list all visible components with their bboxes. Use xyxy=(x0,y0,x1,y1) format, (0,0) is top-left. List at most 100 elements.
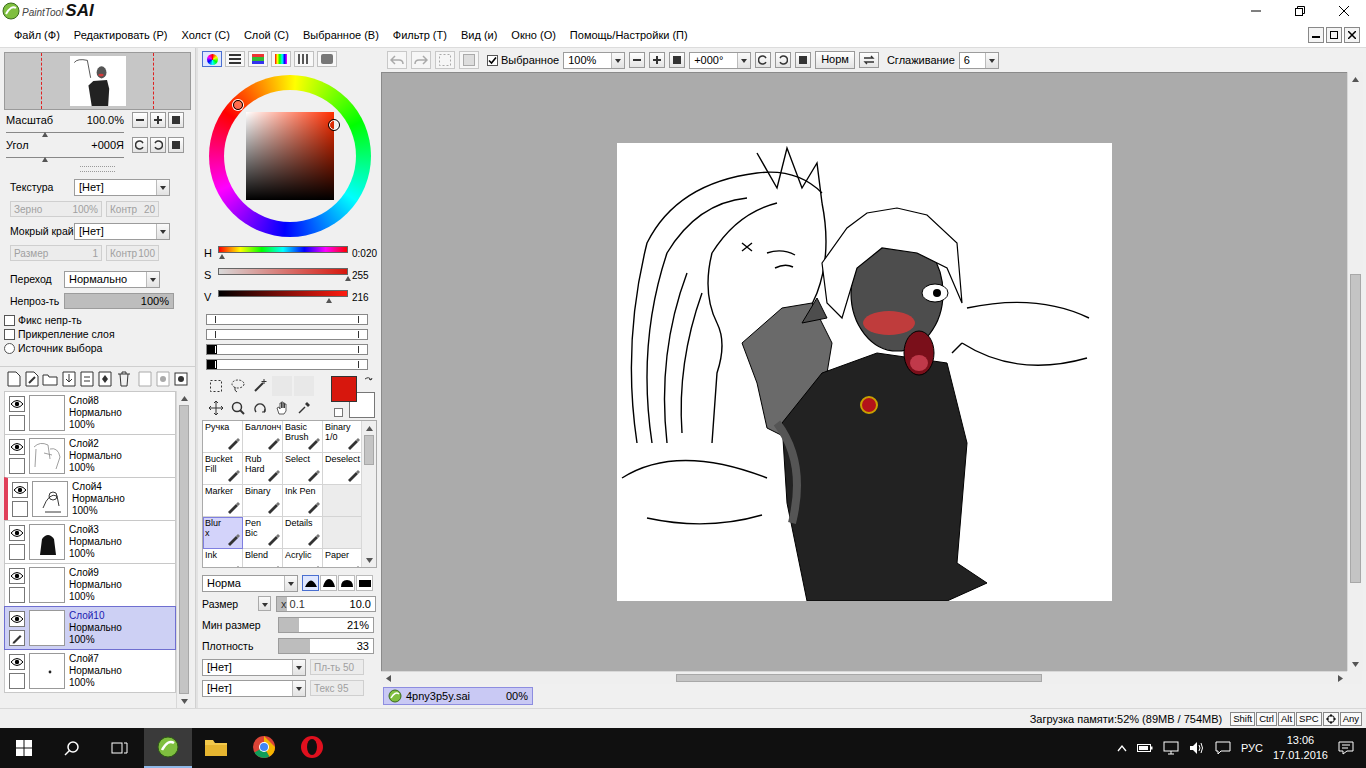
panel-grip[interactable] xyxy=(80,166,115,172)
modifier-key[interactable] xyxy=(1323,712,1339,726)
edit-target-toggle[interactable] xyxy=(9,415,25,431)
layer-row[interactable]: Слой2Нормально100% xyxy=(4,434,176,478)
brush-slot[interactable]: Blend xyxy=(243,549,283,567)
zoom-out-button[interactable] xyxy=(132,112,148,128)
scroll-right-button[interactable] xyxy=(1333,672,1347,684)
network-icon[interactable] xyxy=(1163,741,1179,755)
swap-colors-icon[interactable] xyxy=(364,376,373,385)
undo-button[interactable] xyxy=(387,51,407,69)
scroll-thumb[interactable] xyxy=(676,674,1042,682)
zoom-slider[interactable] xyxy=(6,128,124,133)
channel-marker[interactable] xyxy=(345,276,351,281)
brush-slot[interactable]: Acrylic xyxy=(283,549,323,567)
canvas-horizontal-scrollbar[interactable] xyxy=(381,671,1347,684)
layer-list-scrollbar[interactable] xyxy=(176,391,191,708)
scroll-down-button[interactable] xyxy=(1348,657,1363,671)
checkbox[interactable] xyxy=(487,55,498,66)
selection-visibility[interactable]: Выбранное xyxy=(487,54,559,66)
primary-color-swatch[interactable] xyxy=(331,376,357,402)
modifier-key[interactable]: Ctrl xyxy=(1256,712,1277,726)
doc-restore-button[interactable] xyxy=(1326,27,1342,43)
wet-contrast-field[interactable]: Контр100 xyxy=(106,245,159,261)
color-mode-tab[interactable] xyxy=(271,51,291,67)
menu-item[interactable]: Окно (О) xyxy=(504,29,563,41)
eyedropper-tool[interactable] xyxy=(294,398,314,418)
new-layer-button[interactable] xyxy=(6,370,21,388)
menu-item[interactable]: Слой (С) xyxy=(237,29,296,41)
color-mode-tab[interactable] xyxy=(248,51,268,67)
scroll-up-button[interactable] xyxy=(177,391,191,405)
layer-row[interactable]: Слой9Нормально100% xyxy=(4,563,176,607)
layer-row[interactable]: Слой7Нормально100% xyxy=(4,649,176,693)
blend-dropdown[interactable]: Нормально xyxy=(64,271,160,288)
zoom-in-button[interactable] xyxy=(150,112,166,128)
scroll-down-button[interactable] xyxy=(177,694,191,708)
menu-item[interactable]: Помощь/Настройки (П) xyxy=(563,29,695,41)
saturation-value-square[interactable] xyxy=(246,112,334,200)
scroll-left-button[interactable] xyxy=(381,672,395,684)
transparent-color-button[interactable] xyxy=(334,408,343,417)
layer-settings-button[interactable] xyxy=(174,370,189,388)
edit-target-toggle[interactable] xyxy=(9,544,25,560)
brush-shape-button[interactable] xyxy=(320,575,337,591)
battery-icon[interactable] xyxy=(1137,742,1153,754)
navigator[interactable] xyxy=(4,52,191,110)
message-icon[interactable] xyxy=(1215,741,1231,755)
brush-shape-button[interactable] xyxy=(302,575,319,591)
layer-row[interactable]: Слой10Нормально100% xyxy=(4,606,176,650)
brush-palette-scrollbar[interactable] xyxy=(361,421,376,567)
layer-row[interactable]: Слой8Нормально100% xyxy=(4,391,176,435)
mixer-bar[interactable] xyxy=(206,344,368,355)
edit-target-toggle[interactable] xyxy=(12,501,28,517)
scroll-thumb[interactable] xyxy=(1350,274,1361,582)
channel-slider[interactable] xyxy=(218,290,348,304)
opacity-bar[interactable]: 100% xyxy=(64,293,174,309)
close-button[interactable] xyxy=(1322,0,1366,22)
brush-slot[interactable]: Баллонч xyxy=(243,421,283,453)
brush-slot[interactable]: BasicBrush xyxy=(283,421,323,453)
angle-dropdown[interactable]: +000° xyxy=(689,52,751,69)
new-linework-layer-button[interactable] xyxy=(24,370,39,388)
scroll-up-button[interactable] xyxy=(1348,72,1363,86)
view-mode-button[interactable]: Норм xyxy=(815,51,855,69)
layer-row[interactable]: Слой3Нормально100% xyxy=(4,520,176,564)
brush-texture-field[interactable]: Текс 95 xyxy=(310,680,364,696)
brush-slot[interactable]: Paper xyxy=(323,549,361,567)
angle-slider-marker[interactable] xyxy=(42,157,48,162)
brush-slot[interactable]: Binary1/0 xyxy=(323,421,361,453)
angle-reset-button[interactable] xyxy=(168,137,184,153)
menu-item[interactable]: Редактировать (Р) xyxy=(67,29,175,41)
stabilizer-dropdown[interactable]: 6 xyxy=(959,52,999,69)
rotate-right-button[interactable] xyxy=(150,137,166,153)
edit-target-toggle[interactable] xyxy=(9,587,25,603)
brush-slot[interactable]: PenBic xyxy=(243,517,283,549)
color-mode-tab[interactable] xyxy=(225,51,245,67)
minimize-button[interactable] xyxy=(1234,0,1278,22)
clock[interactable]: 13:0617.01.2016 xyxy=(1273,733,1328,763)
scroll-thumb[interactable] xyxy=(364,435,374,465)
canvas-vertical-scrollbar[interactable] xyxy=(1347,72,1363,671)
hand-tool[interactable] xyxy=(272,398,292,418)
delete-layer-button[interactable] xyxy=(116,370,131,388)
zoom-tool[interactable] xyxy=(228,398,248,418)
taskbar-app[interactable] xyxy=(288,728,336,768)
zoom-dropdown[interactable]: 100% xyxy=(563,52,625,69)
brush-slot[interactable]: Ink Pen xyxy=(283,485,323,517)
panel-splitter[interactable] xyxy=(195,48,198,708)
brush-slot[interactable]: Binary xyxy=(243,485,283,517)
visibility-toggle[interactable] xyxy=(9,396,25,412)
start-button[interactable] xyxy=(0,728,48,768)
brush-slot[interactable]: Deselect xyxy=(323,453,361,485)
layer-row[interactable]: Слой4Нормально100% xyxy=(4,477,176,521)
layer-option[interactable]: Источник выбора xyxy=(4,342,191,354)
angle-reset-button[interactable] xyxy=(795,52,811,68)
deselect-button[interactable] xyxy=(435,51,455,69)
scroll-down-button[interactable] xyxy=(362,553,376,567)
mixer-bar[interactable] xyxy=(206,359,368,370)
angle-value[interactable]: +000Я xyxy=(66,139,130,151)
scroll-up-button[interactable] xyxy=(362,421,376,435)
min-size-bar[interactable]: 21% xyxy=(278,617,374,633)
rotate-left-button[interactable] xyxy=(132,137,148,153)
zoom-slider-marker[interactable] xyxy=(42,132,48,137)
rotate-tool[interactable] xyxy=(250,398,270,418)
